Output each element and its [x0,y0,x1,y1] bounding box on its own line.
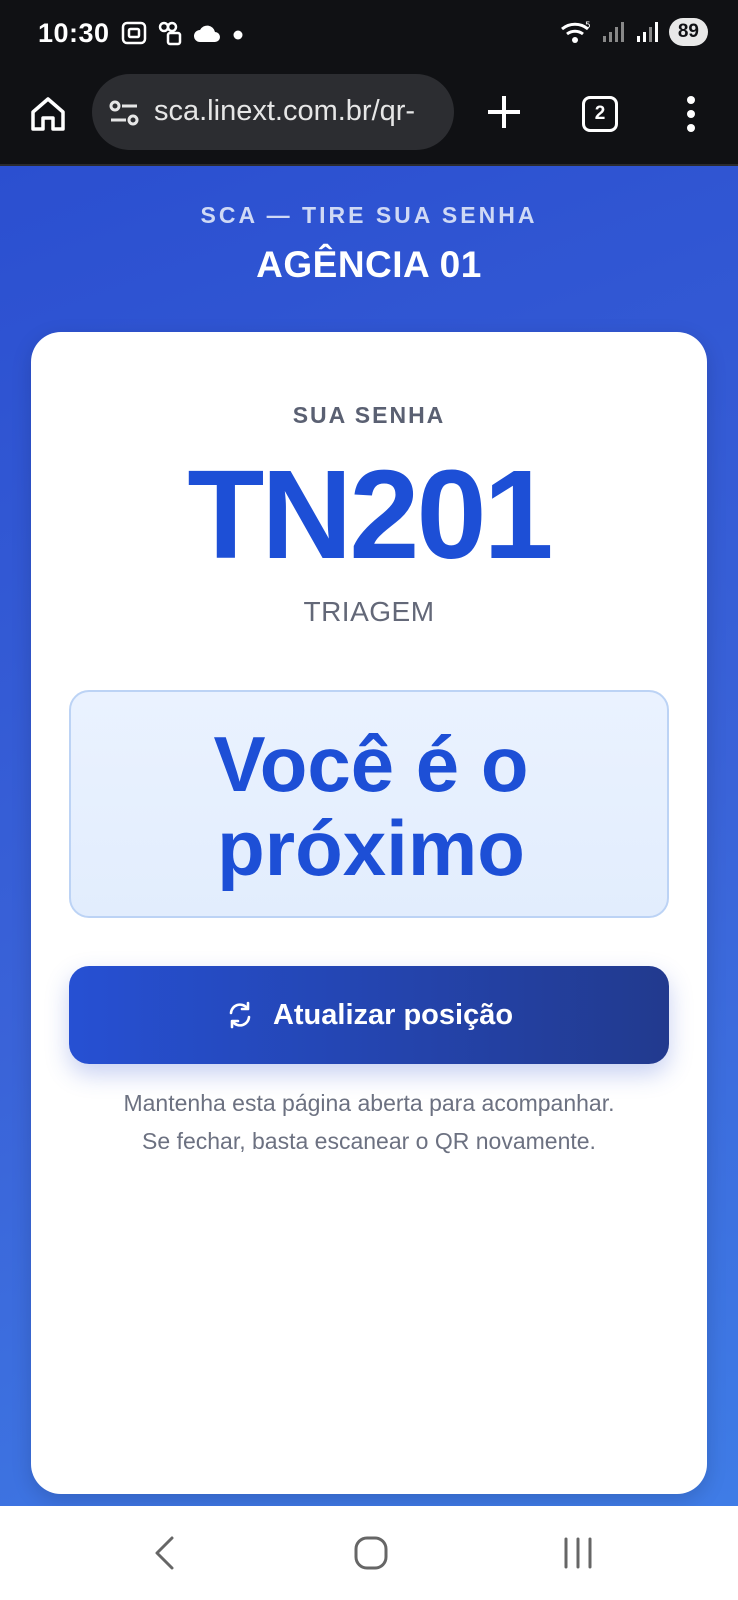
menu-icon[interactable] [683,94,699,134]
status-right: 5 89 [559,18,708,46]
refresh-position-button[interactable]: Atualizar posição [69,966,669,1064]
nav-home-icon[interactable] [352,1534,390,1572]
queue-status-line1: Você é o [213,720,529,808]
agency-title: AGÊNCIA 01 [256,244,482,285]
status-left-icons [120,20,246,46]
screenshot-icon [121,21,147,45]
ticket-service: TRIAGEM [303,596,435,627]
recents-icon[interactable] [560,1536,596,1570]
ticket-label: SUA SENHA [292,402,446,428]
cloud-icon [194,25,220,42]
page-content: SCA — TIRE SUA SENHA AGÊNCIA 01 SUA SENH… [0,166,738,1506]
svg-text:5: 5 [585,21,591,31]
refresh-icon [229,1001,251,1029]
help-line-2: Se fechar, basta escanear o QR novamente… [142,1128,596,1154]
status-time: 10:30 [38,18,110,48]
brand-line: SCA — TIRE SUA SENHA [200,202,538,228]
refresh-position-label: Atualizar posição [272,998,514,1031]
sim-icon [158,21,182,46]
home-icon[interactable] [28,94,68,134]
plus-icon[interactable] [484,92,524,132]
wifi-icon: 5 [560,21,591,43]
help-line-1: Mantenha esta página aberta para acompan… [123,1090,615,1116]
queue-status-message: Você é o próximo [71,722,671,890]
queue-status-line2: próximo [217,804,525,892]
ticket-number: TN201 [187,444,553,585]
system-nav-bar [0,1506,738,1600]
url-text[interactable]: sca.linext.com.br/qr- [154,95,444,128]
browser-toolbar: sca.linext.com.br/qr- 2 [0,68,738,166]
site-settings-icon[interactable] [108,98,140,128]
signal-icon [636,22,658,42]
signal-icon [602,22,624,42]
url-bar[interactable]: sca.linext.com.br/qr- [92,74,454,150]
battery-badge: 89 [668,18,708,46]
queue-status-box: Você é o próximo [69,690,669,918]
ticket-card: SUA SENHA TN201 TRIAGEM Você é o próximo… [31,332,707,1494]
back-icon[interactable] [148,1534,182,1572]
help-text: Mantenha esta página aberta para acompan… [31,1084,707,1160]
tabs-button[interactable]: 2 [582,96,618,132]
status-bar: 10:30 5 89 [0,0,738,68]
dot-icon [233,30,243,40]
